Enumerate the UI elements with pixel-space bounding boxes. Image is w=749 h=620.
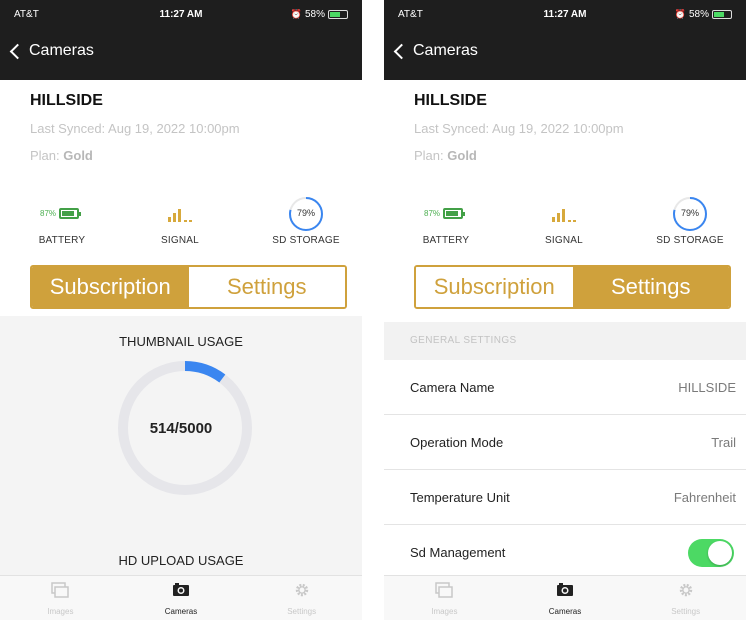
last-synced: Last Synced: Aug 19, 2022 10:00pm: [414, 121, 624, 136]
signal-stat-label: SIGNAL: [161, 235, 199, 246]
tab-subscription[interactable]: Subscription: [416, 267, 573, 307]
setting-label: Camera Name: [410, 380, 495, 395]
chevron-left-icon: [9, 43, 26, 60]
setting-temperature-unit[interactable]: Temperature Unit Fahrenheit: [384, 470, 746, 525]
last-synced: Last Synced: Aug 19, 2022 10:00pm: [30, 121, 240, 136]
setting-value: HILLSIDE: [678, 380, 736, 395]
settings-screen: AT&T 11:27 AM ⏰ 58% Cameras HILLSIDE Las…: [384, 0, 746, 620]
setting-value: Trail: [711, 435, 736, 450]
usage-panel: THUMBNAIL USAGE 514/5000 HD UPLOAD USAGE: [0, 316, 362, 576]
tab-settings-label: Settings: [287, 607, 317, 616]
sd-storage-percent: 79%: [296, 208, 315, 218]
tab-subscription[interactable]: Subscription: [32, 267, 189, 307]
tab-settings-nav[interactable]: Settings: [625, 576, 746, 620]
sd-management-toggle[interactable]: [688, 539, 734, 567]
plan-info: Plan: Gold: [414, 148, 477, 163]
plan-label: Plan:: [414, 148, 444, 163]
camera-title: HILLSIDE: [30, 92, 103, 109]
battery-icon: [328, 10, 348, 19]
battery-stat-percent: 87%: [40, 209, 57, 218]
camera-icon: [173, 583, 189, 596]
tab-images[interactable]: Images: [384, 576, 505, 620]
camera-icon: [557, 583, 573, 596]
battery-stat-label: BATTERY: [38, 235, 86, 246]
signal-stat-label: SIGNAL: [545, 235, 583, 246]
alarm-icon: ⏰: [290, 9, 302, 19]
back-label: Cameras: [413, 42, 478, 59]
setting-label: Operation Mode: [410, 435, 504, 450]
battery-icon: [712, 10, 732, 19]
setting-label: Sd Management: [410, 545, 506, 560]
camera-title: HILLSIDE: [414, 92, 487, 109]
status-battery: ⏰ 58%: [291, 9, 348, 20]
back-button[interactable]: Cameras: [9, 42, 94, 60]
tab-settings-nav[interactable]: Settings: [241, 576, 362, 620]
setting-operation-mode[interactable]: Operation Mode Trail: [384, 415, 746, 470]
tab-bar: Images Cameras Settings: [384, 575, 746, 620]
plan-label: Plan:: [30, 148, 60, 163]
sd-storage-label: SD STORAGE: [656, 235, 724, 246]
tab-cameras[interactable]: Cameras: [121, 576, 242, 620]
gear-icon: [679, 583, 692, 597]
tab-images[interactable]: Images: [0, 576, 121, 620]
plan-value: Gold: [447, 148, 477, 163]
battery-stat-label: BATTERY: [422, 235, 470, 246]
plan-info: Plan: Gold: [30, 148, 93, 163]
setting-sd-management: Sd Management: [384, 525, 746, 580]
tab-settings-label: Settings: [671, 607, 701, 616]
status-battery: ⏰ 58%: [675, 9, 732, 20]
setting-camera-name[interactable]: Camera Name HILLSIDE: [384, 360, 746, 415]
images-icon: [51, 582, 70, 598]
setting-label: Temperature Unit: [410, 490, 510, 505]
battery-icon: [443, 208, 466, 219]
setting-value: Fahrenheit: [673, 490, 736, 505]
top-bar: AT&T 11:27 AM ⏰ 58% Cameras: [0, 0, 362, 80]
alarm-icon: ⏰: [674, 9, 686, 19]
images-icon: [435, 582, 454, 598]
sd-storage-label: SD STORAGE: [272, 235, 340, 246]
sd-storage-percent: 79%: [680, 208, 699, 218]
signal-icon: [552, 208, 582, 222]
subscription-settings-toggle: Subscription Settings: [30, 265, 347, 309]
thumbnail-usage-value: 514/5000: [149, 420, 213, 437]
hd-usage-title: HD UPLOAD USAGE: [118, 553, 244, 568]
thumbnail-usage-title: THUMBNAIL USAGE: [119, 334, 243, 349]
tab-images-label: Images: [431, 607, 458, 616]
battery-stat-percent: 87%: [424, 209, 441, 218]
general-settings-header: GENERAL SETTINGS: [384, 322, 746, 360]
tab-settings[interactable]: Settings: [188, 267, 345, 307]
tab-cameras-label: Cameras: [164, 607, 198, 616]
chevron-left-icon: [393, 43, 410, 60]
status-bar: AT&T 11:27 AM ⏰ 58%: [0, 0, 362, 28]
subscription-settings-toggle: Subscription Settings: [414, 265, 731, 309]
battery-percent: 58%: [688, 9, 709, 20]
top-bar: AT&T 11:27 AM ⏰ 58% Cameras: [384, 0, 746, 80]
tab-settings[interactable]: Settings: [572, 267, 729, 307]
signal-icon: [168, 208, 198, 222]
back-label: Cameras: [29, 42, 94, 59]
tab-bar: Images Cameras Settings: [0, 575, 362, 620]
subscription-screen: AT&T 11:27 AM ⏰ 58% Cameras HILLSIDE Las…: [0, 0, 362, 620]
battery-percent: 58%: [304, 9, 325, 20]
status-bar: AT&T 11:27 AM ⏰ 58%: [384, 0, 746, 28]
gear-icon: [295, 583, 308, 597]
tab-cameras-label: Cameras: [548, 607, 582, 616]
tab-cameras[interactable]: Cameras: [505, 576, 626, 620]
tab-images-label: Images: [47, 607, 74, 616]
battery-icon: [59, 208, 82, 219]
plan-value: Gold: [63, 148, 93, 163]
back-button[interactable]: Cameras: [393, 42, 478, 60]
